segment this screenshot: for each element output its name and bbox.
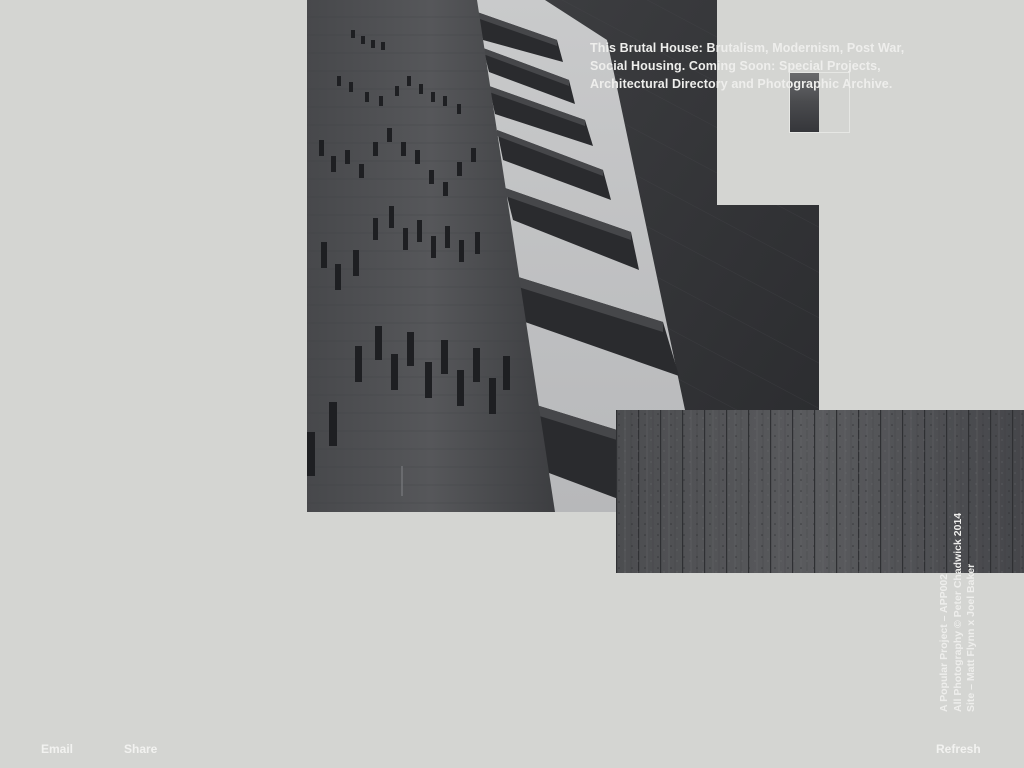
- photo-cutout: [717, 0, 1024, 205]
- share-link[interactable]: Share: [124, 742, 157, 756]
- credit-site: Site – Matt Flynn x Joel Baker: [965, 563, 977, 712]
- page: This Brutal House: Brutalism, Modernism,…: [0, 0, 1024, 768]
- refresh-link[interactable]: Refresh: [936, 742, 981, 756]
- credits-block: A Popular Project – APP002 All Photograp…: [938, 513, 979, 712]
- email-link[interactable]: Email: [41, 742, 73, 756]
- credit-photography: All Photography © Peter Chadwick 2014: [951, 512, 964, 712]
- site-headline: This Brutal House: Brutalism, Modernism,…: [590, 41, 905, 91]
- credit-project: A Popular Project – APP002: [938, 573, 950, 712]
